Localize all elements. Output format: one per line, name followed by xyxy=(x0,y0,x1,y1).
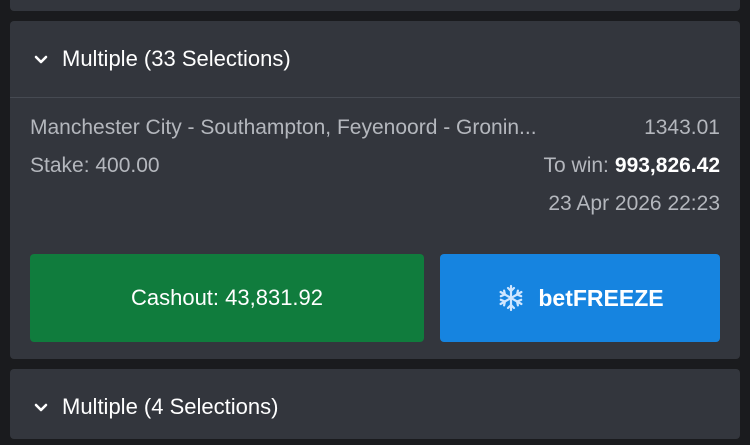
bet-card: Multiple (33 Selections) Manchester City… xyxy=(10,21,740,359)
betfreeze-button[interactable]: betFREEZE xyxy=(440,254,720,342)
selections-row: Manchester City - Southampton, Feyenoord… xyxy=(30,116,720,140)
betfreeze-label: betFREEZE xyxy=(538,284,664,311)
next-bet-title: Multiple (4 Selections) xyxy=(62,394,279,419)
stake-text: Stake: 400.00 xyxy=(30,154,160,177)
datetime-row: 23 Apr 2026 22:23 xyxy=(30,192,720,216)
chevron-down-icon[interactable] xyxy=(32,398,50,416)
selections-text: Manchester City - Southampton, Feyenoord… xyxy=(30,116,537,139)
bet-card-header[interactable]: Multiple (33 Selections) xyxy=(10,21,740,98)
to-win-label: To win: xyxy=(543,154,609,177)
next-bet-card: Multiple (4 Selections) xyxy=(10,369,740,439)
to-win: To win: 993,826.42 xyxy=(544,154,720,178)
to-win-value: 993,826.42 xyxy=(614,154,720,177)
cashout-label: Cashout: 43,831.92 xyxy=(130,285,324,310)
total-odds: 1343.01 xyxy=(644,116,720,139)
stake-row: Stake: 400.00 To win: 993,826.42 xyxy=(30,154,720,178)
bet-title: Multiple (33 Selections) xyxy=(62,46,291,71)
bet-datetime: 23 Apr 2026 22:23 xyxy=(548,192,720,215)
snowflake-icon xyxy=(496,283,526,313)
chevron-down-icon[interactable] xyxy=(32,50,50,68)
next-bet-card-header[interactable]: Multiple (4 Selections) xyxy=(10,369,740,445)
cashout-button[interactable]: Cashout: 43,831.92 xyxy=(30,254,424,342)
previous-bet-card xyxy=(10,0,740,11)
bet-details: Manchester City - Southampton, Feyenoord… xyxy=(10,98,740,358)
